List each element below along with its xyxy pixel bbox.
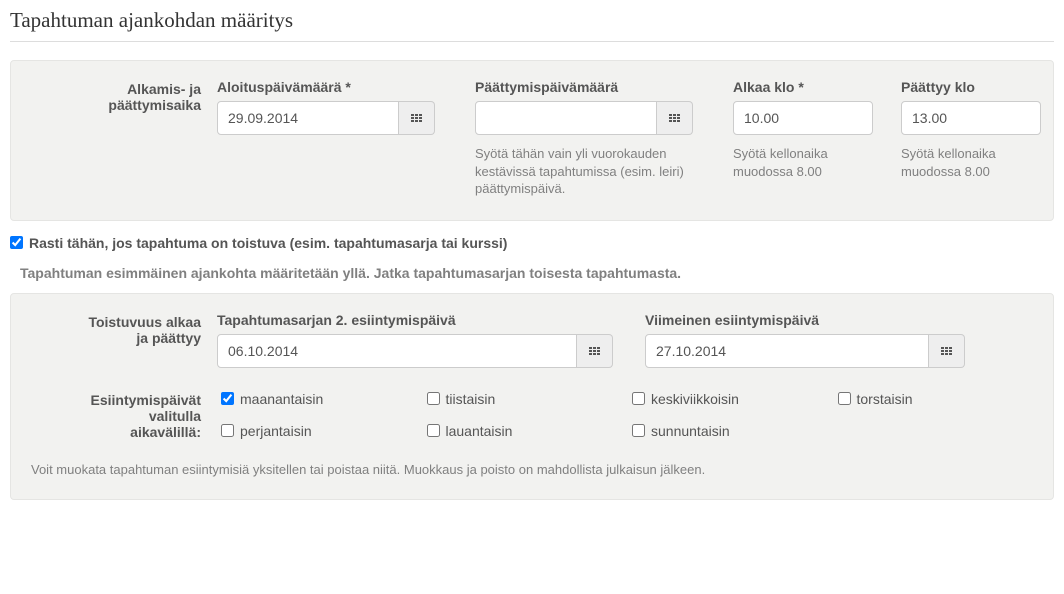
end-time-help: Syötä kellonaika muodossa 8.00 — [901, 145, 1041, 180]
day-sun-checkbox[interactable] — [632, 424, 645, 437]
last-date-label: Viimeinen esiintymispäivä — [645, 312, 965, 328]
page-title: Tapahtuman ajankohdan määritys — [10, 8, 1054, 42]
second-date-calendar-button[interactable] — [577, 334, 613, 368]
recurrence-panel: Toistuvuus alkaa ja päättyy Tapahtumasar… — [10, 293, 1054, 500]
recurrence-checkbox-label: Rasti tähän, jos tapahtuma on toistuva (… — [29, 235, 507, 251]
day-wed-label: keskiviikkoisin — [651, 391, 739, 407]
start-date-calendar-button[interactable] — [399, 101, 435, 135]
start-date-label: Aloituspäivämäärä * — [217, 79, 447, 95]
calendar-icon — [669, 114, 680, 122]
day-sat-label: lauantaisin — [446, 423, 513, 439]
start-time-help: Syötä kellonaika muodossa 8.00 — [733, 145, 873, 180]
end-time-label: Päättyy klo — [901, 79, 1041, 95]
end-date-input[interactable] — [475, 101, 657, 135]
calendar-icon — [411, 114, 422, 122]
last-date-input[interactable] — [645, 334, 929, 368]
day-mon-label: maanantaisin — [240, 391, 323, 407]
recurrence-side-label: Toistuvuus alkaa ja päättyy — [31, 312, 201, 368]
end-date-label: Päättymispäivämäärä — [475, 79, 705, 95]
second-date-input[interactable] — [217, 334, 577, 368]
day-sat-checkbox[interactable] — [427, 424, 440, 437]
day-tue-checkbox[interactable] — [427, 392, 440, 405]
days-side-label: Esiintymispäivät valitulla aikavälillä: — [31, 390, 201, 440]
recurrence-info: Tapahtuman esimmäinen ajankohta määritet… — [20, 265, 1054, 281]
end-time-input[interactable] — [901, 101, 1041, 135]
day-tue-label: tiistaisin — [446, 391, 496, 407]
calendar-icon — [589, 347, 600, 355]
day-sun-label: sunnuntaisin — [651, 423, 730, 439]
end-date-help: Syötä tähän vain yli vuorokauden kestävi… — [475, 145, 685, 198]
day-mon-checkbox[interactable] — [221, 392, 234, 405]
last-date-calendar-button[interactable] — [929, 334, 965, 368]
datetime-panel: Alkamis- ja päättymisaika Aloituspäivämä… — [10, 60, 1054, 221]
day-fri-checkbox[interactable] — [221, 424, 234, 437]
recurrence-checkbox[interactable] — [10, 236, 23, 249]
day-wed-checkbox[interactable] — [632, 392, 645, 405]
start-date-input[interactable] — [217, 101, 399, 135]
end-date-calendar-button[interactable] — [657, 101, 693, 135]
start-time-label: Alkaa klo * — [733, 79, 873, 95]
day-fri-label: perjantaisin — [240, 423, 312, 439]
second-date-label: Tapahtumasarjan 2. esiintymispäivä — [217, 312, 617, 328]
start-time-input[interactable] — [733, 101, 873, 135]
day-thu-checkbox[interactable] — [838, 392, 851, 405]
datetime-side-label: Alkamis- ja päättymisaika — [31, 79, 201, 198]
day-thu-label: torstaisin — [857, 391, 913, 407]
calendar-icon — [941, 347, 952, 355]
recurrence-footer-note: Voit muokata tapahtuman esiintymisiä yks… — [31, 462, 1033, 477]
